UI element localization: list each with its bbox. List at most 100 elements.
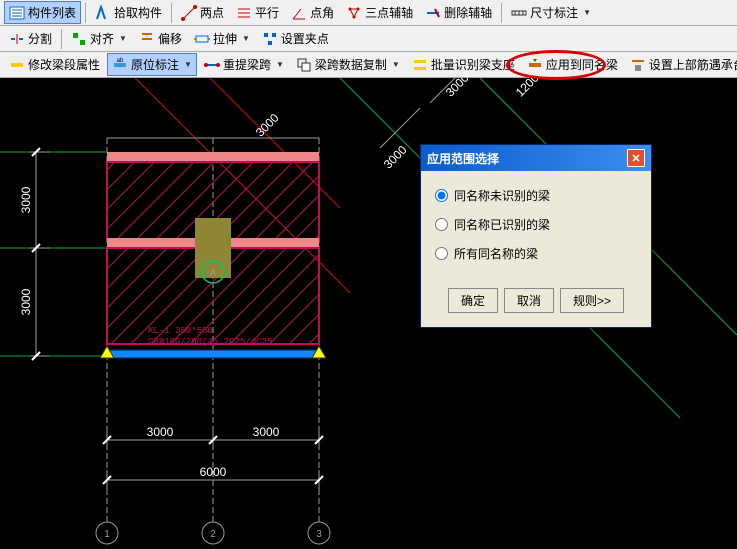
- list-icon: [9, 5, 25, 21]
- delete-aux-button[interactable]: 删除辅轴: [420, 1, 497, 24]
- rule-button[interactable]: 规则>>: [560, 288, 624, 313]
- three-point-aux-button[interactable]: 三点辅轴: [341, 1, 418, 24]
- beam-label-2: C8@100/200(4) 2C25/4C25: [148, 337, 272, 347]
- offset-icon: [139, 31, 155, 47]
- in-place-mark-button[interactable]: ab 原位标注 ▼: [107, 53, 197, 76]
- axis-label-a: A: [210, 268, 217, 279]
- chevron-down-icon: ▼: [119, 34, 127, 43]
- dim-6000: 6000: [200, 465, 227, 479]
- set-grips-button[interactable]: 设置夹点: [257, 27, 334, 50]
- two-point-button[interactable]: 两点: [176, 1, 229, 24]
- reset-beam-span-button[interactable]: 重提梁跨 ▼: [199, 53, 289, 76]
- radio-label-2: 同名称已识别的梁: [454, 216, 550, 233]
- parallel-button[interactable]: 平行: [231, 1, 284, 24]
- toolbar-row-1: 构件列表 拾取构件 两点 平行 点角 三点辅轴 删除辅轴 尺寸标注 ▼: [0, 0, 737, 26]
- apply-same-beam-label: 应用到同名梁: [546, 56, 618, 73]
- chevron-down-icon: ▼: [242, 34, 250, 43]
- separator: [61, 29, 62, 49]
- modify-beam-seg-button[interactable]: 修改梁段属性: [4, 53, 105, 76]
- radio-opt-all[interactable]: 所有同名称的梁: [435, 239, 637, 268]
- axis-1: 1: [104, 529, 110, 540]
- radio-input-3[interactable]: [435, 247, 448, 260]
- apply-scope-dialog: 应用范围选择 ✕ 同名称未识别的梁 同名称已识别的梁 所有同名称的梁 确定 取消…: [420, 144, 652, 328]
- pick-component-label: 拾取构件: [114, 4, 162, 21]
- two-point-label: 两点: [200, 4, 224, 21]
- point-angle-label: 点角: [310, 4, 334, 21]
- close-icon[interactable]: ✕: [627, 149, 645, 167]
- radio-opt-unidentified[interactable]: 同名称未识别的梁: [435, 181, 637, 210]
- ok-button[interactable]: 确定: [448, 288, 498, 313]
- modify-beam-seg-label: 修改梁段属性: [28, 56, 100, 73]
- set-upper-bar-button[interactable]: 设置上部筋遇承台: [625, 53, 737, 76]
- stretch-label: 拉伸: [213, 30, 237, 47]
- separator: [501, 3, 502, 23]
- beam-label-1: KL-1 350*550: [148, 326, 213, 336]
- ruler-icon: [511, 5, 527, 21]
- apply-icon: [527, 57, 543, 73]
- chevron-down-icon: ▼: [184, 60, 192, 69]
- dim-1200-top: 1200: [513, 78, 542, 100]
- cancel-button[interactable]: 取消: [504, 288, 554, 313]
- beam-span-copy-label: 梁跨数据复制: [315, 56, 387, 73]
- align-button[interactable]: 对齐 ▼: [66, 27, 132, 50]
- beam-selected: [107, 350, 319, 358]
- apply-same-beam-button[interactable]: 应用到同名梁: [522, 53, 623, 76]
- offset-label: 偏移: [158, 30, 182, 47]
- dialog-buttons: 确定 取消 规则>>: [421, 278, 651, 327]
- pick-icon: [95, 5, 111, 21]
- dim-3000-top: 3000: [443, 78, 472, 100]
- radio-opt-identified[interactable]: 同名称已识别的梁: [435, 210, 637, 239]
- align-icon: [71, 31, 87, 47]
- top-dim: 3000: [107, 111, 319, 140]
- dim-3000-left-2: 3000: [19, 288, 33, 315]
- parallel-label: 平行: [255, 4, 279, 21]
- dimension-label: 尺寸标注: [530, 4, 578, 21]
- dim-3000-diag: 3000: [381, 143, 410, 172]
- svg-text:ab: ab: [117, 58, 124, 64]
- rebar-icon: [630, 57, 646, 73]
- separator: [85, 3, 86, 23]
- three-point-aux-label: 三点辅轴: [365, 4, 413, 21]
- axis-2: 2: [210, 529, 216, 540]
- beam-top: [107, 152, 319, 162]
- two-point-icon: [181, 5, 197, 21]
- offset-button[interactable]: 偏移: [134, 27, 187, 50]
- split-icon: [9, 31, 25, 47]
- dimension-button[interactable]: 尺寸标注 ▼: [506, 1, 596, 24]
- dim-3000-b1: 3000: [147, 425, 174, 439]
- dim-3000-b2: 3000: [253, 425, 280, 439]
- pick-component-button[interactable]: 拾取构件: [90, 1, 167, 24]
- stretch-icon: [194, 31, 210, 47]
- component-list-label: 构件列表: [28, 4, 76, 21]
- batch-identify-button[interactable]: 批量识别梁支座: [407, 53, 520, 76]
- set-upper-bar-label: 设置上部筋遇承台: [649, 56, 737, 73]
- mark-icon: ab: [112, 57, 128, 73]
- point-angle-button[interactable]: 点角: [286, 1, 339, 24]
- radio-input-1[interactable]: [435, 189, 448, 202]
- component-list-button[interactable]: 构件列表: [4, 1, 81, 24]
- left-dims: 3000 3000: [19, 148, 50, 360]
- radio-label-1: 同名称未识别的梁: [454, 187, 550, 204]
- dim-3000-left-1: 3000: [19, 186, 33, 213]
- span-icon: [204, 57, 220, 73]
- delete-aux-icon: [425, 5, 441, 21]
- in-place-mark-label: 原位标注: [131, 56, 179, 73]
- parallel-icon: [236, 5, 252, 21]
- reset-beam-span-label: 重提梁跨: [223, 56, 271, 73]
- separator: [171, 3, 172, 23]
- set-grips-label: 设置夹点: [281, 30, 329, 47]
- chevron-down-icon: ▼: [276, 60, 284, 69]
- split-label: 分割: [28, 30, 52, 47]
- modify-icon: [9, 57, 25, 73]
- delete-aux-label: 删除辅轴: [444, 4, 492, 21]
- dialog-titlebar[interactable]: 应用范围选择 ✕: [421, 145, 651, 171]
- toolbar-row-2: 分割 对齐 ▼ 偏移 拉伸 ▼ 设置夹点: [0, 26, 737, 52]
- radio-input-2[interactable]: [435, 218, 448, 231]
- angle-icon: [291, 5, 307, 21]
- beam-span-copy-button[interactable]: 梁跨数据复制 ▼: [291, 53, 405, 76]
- batch-icon: [412, 57, 428, 73]
- chevron-down-icon: ▼: [392, 60, 400, 69]
- radio-label-3: 所有同名称的梁: [454, 245, 538, 262]
- stretch-button[interactable]: 拉伸 ▼: [189, 27, 255, 50]
- split-button[interactable]: 分割: [4, 27, 57, 50]
